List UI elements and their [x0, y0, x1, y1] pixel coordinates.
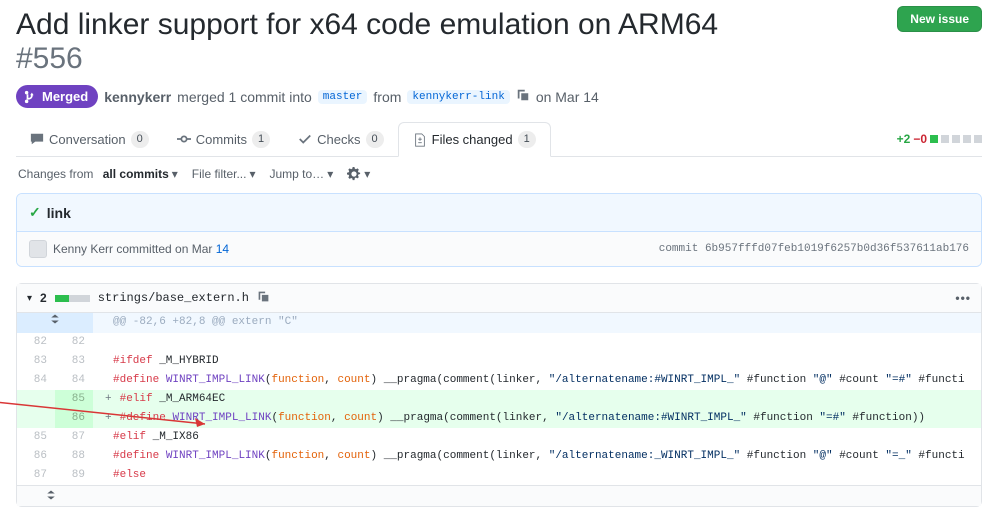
- annotation-arrow: [0, 400, 215, 430]
- line-number-old: 86: [17, 447, 55, 466]
- tab-commits[interactable]: Commits1: [163, 122, 284, 156]
- line-number-old: 85: [17, 428, 55, 447]
- code-line[interactable]: #elif _M_IX86: [93, 428, 981, 447]
- checks-icon: [298, 132, 312, 146]
- code-line[interactable]: [93, 333, 981, 352]
- diff-table: @@ -82,6 +82,8 @@ extern "C" 82828383#if…: [17, 313, 981, 485]
- file-diff-box: ▾ 2 strings/base_extern.h ••• @@ -82,6 +…: [16, 283, 982, 507]
- committer-name: Kenny Kerr: [53, 242, 113, 256]
- file-diff-icon: [413, 133, 427, 147]
- diff-bars: [55, 295, 90, 302]
- diff-settings-button[interactable]: ▾: [347, 167, 370, 181]
- comment-icon: [30, 132, 44, 146]
- expand-down-row[interactable]: [17, 485, 981, 506]
- copy-path-icon[interactable]: [257, 290, 270, 306]
- file-filter-dropdown[interactable]: File filter... ▾: [192, 167, 256, 181]
- code-line[interactable]: #ifdef _M_HYBRID: [93, 352, 981, 371]
- code-line[interactable]: + #define WINRT_IMPL_LINK(function, coun…: [93, 409, 981, 428]
- copy-branch-icon[interactable]: [516, 88, 530, 105]
- commit-title: link: [47, 205, 71, 221]
- merge-state-badge: Merged: [16, 85, 98, 108]
- tab-checks[interactable]: Checks0: [284, 122, 397, 156]
- commit-sha[interactable]: 6b957fffd07feb1019f6257b0d36f537611ab176: [705, 243, 969, 255]
- expand-up-icon[interactable]: [17, 313, 93, 333]
- author-link[interactable]: kennykerr: [104, 89, 171, 105]
- head-branch[interactable]: kennykerr-link: [407, 90, 509, 104]
- new-issue-button[interactable]: New issue: [897, 6, 982, 32]
- line-number-new: 83: [55, 352, 93, 371]
- diffstat: +2 −0: [897, 122, 982, 156]
- pr-title: Add linker support for x64 code emulatio…: [16, 6, 897, 77]
- commit-summary-box: ✓ link Kenny Kerr committed on Mar 14 co…: [16, 193, 982, 267]
- line-number-old: 82: [17, 333, 55, 352]
- line-number-new: 87: [55, 428, 93, 447]
- file-menu-button[interactable]: •••: [955, 291, 971, 305]
- changes-from-dropdown[interactable]: Changes from all commits ▾: [18, 167, 178, 181]
- line-number-new: 88: [55, 447, 93, 466]
- line-number-new: 89: [55, 466, 93, 485]
- commit-date-link[interactable]: 14: [216, 242, 229, 256]
- code-line[interactable]: #define WINRT_IMPL_LINK(function, count)…: [93, 371, 981, 390]
- merge-icon: [24, 90, 38, 104]
- pr-number: #556: [16, 40, 897, 78]
- expand-down-icon: [45, 489, 57, 501]
- collapse-file-icon[interactable]: ▾: [27, 293, 32, 304]
- avatar[interactable]: [29, 240, 47, 258]
- hunk-header: @@ -82,6 +82,8 @@ extern "C": [93, 313, 981, 333]
- commit-icon: [177, 132, 191, 146]
- line-number-new: 84: [55, 371, 93, 390]
- line-number-old: 83: [17, 352, 55, 371]
- file-path[interactable]: strings/base_extern.h: [98, 291, 249, 305]
- check-icon: ✓: [29, 204, 41, 221]
- tab-conversation[interactable]: Conversation0: [16, 122, 163, 156]
- line-number-new: 82: [55, 333, 93, 352]
- code-line[interactable]: #else: [93, 466, 981, 485]
- line-number-old: 84: [17, 371, 55, 390]
- gear-icon: [347, 167, 361, 181]
- line-number-old: 87: [17, 466, 55, 485]
- tab-files-changed[interactable]: Files changed1: [398, 122, 551, 157]
- base-branch[interactable]: master: [318, 90, 368, 104]
- code-line[interactable]: + #elif _M_ARM64EC: [93, 390, 981, 409]
- jump-to-dropdown[interactable]: Jump to… ▾: [270, 167, 334, 181]
- code-line[interactable]: #define WINRT_IMPL_LINK(function, count)…: [93, 447, 981, 466]
